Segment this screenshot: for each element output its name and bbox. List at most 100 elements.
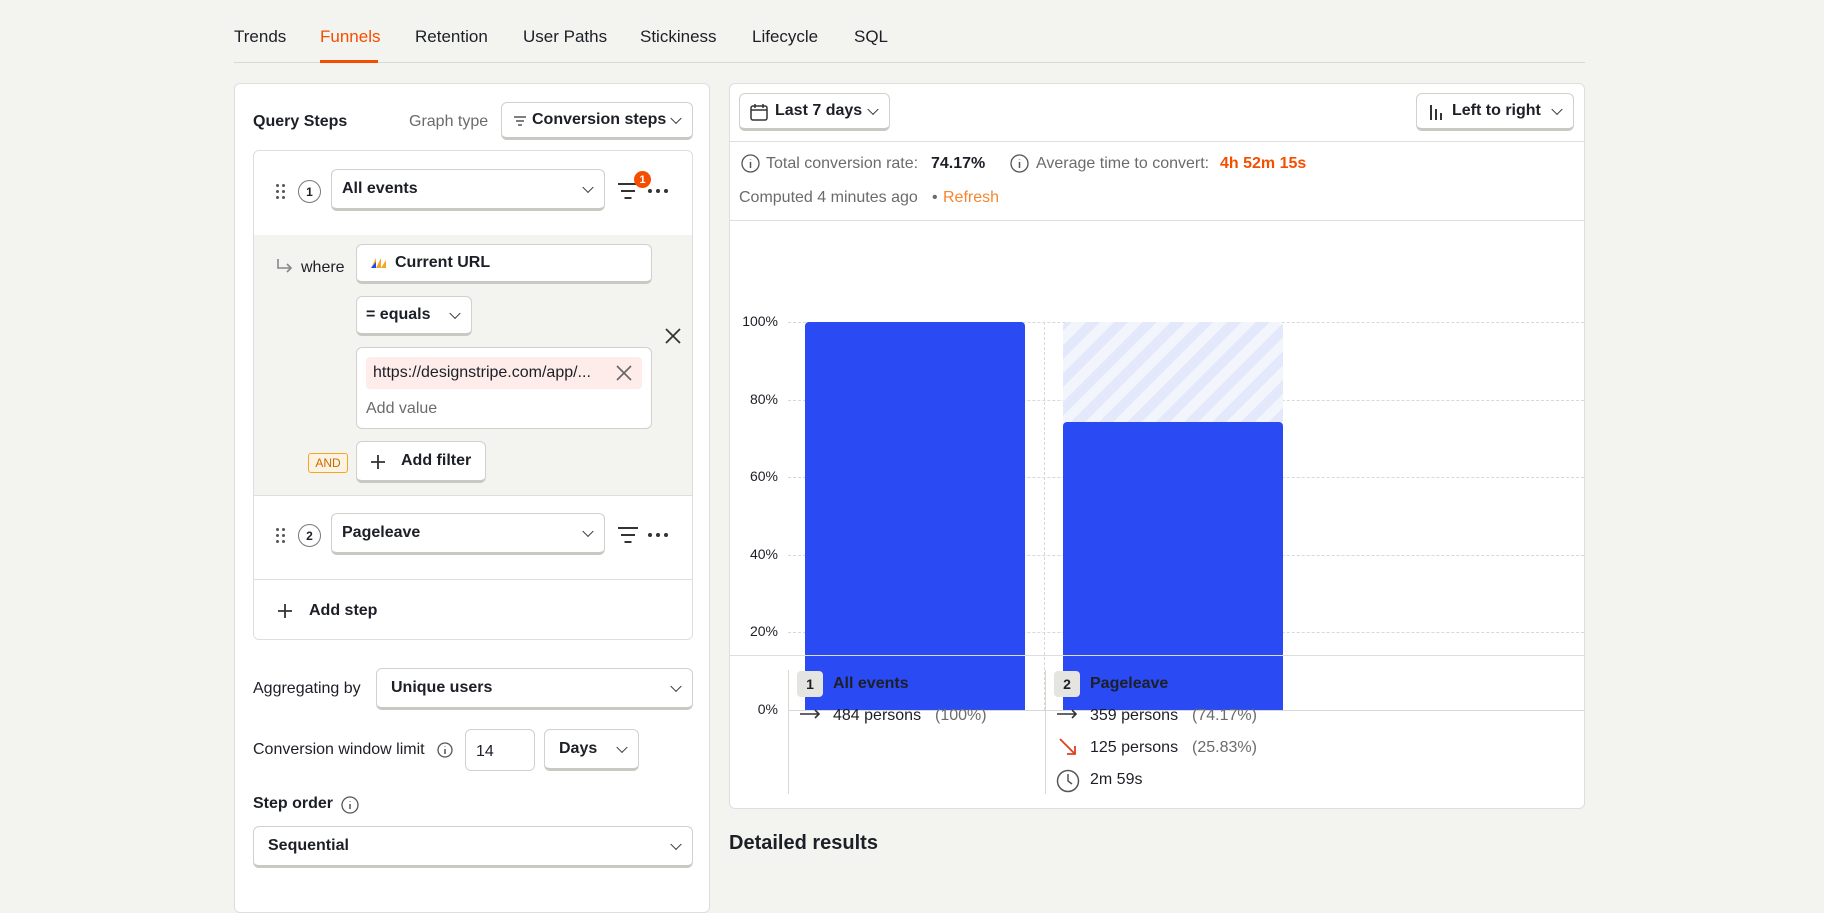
arrow-down-right-icon (1059, 738, 1076, 755)
filter-count-badge: 1 (634, 171, 651, 188)
operator-select[interactable]: = equals (356, 296, 472, 336)
active-tab-indicator (320, 60, 378, 63)
refresh-link[interactable]: Refresh (943, 189, 999, 207)
close-icon[interactable] (664, 327, 682, 345)
aggregating-select[interactable]: Unique users (376, 668, 693, 710)
date-range-value: Last 7 days (775, 102, 863, 119)
graph-type-select[interactable]: Conversion steps (501, 102, 693, 140)
query-panel: Query Steps Graph type Conversion steps … (234, 83, 710, 913)
graph-type-label: Graph type (409, 113, 489, 130)
step-1-filters: where Current URL = equals https://desig… (254, 235, 692, 495)
funnel-chart: 100% 80% 60% 40% 20% 0% (730, 221, 1584, 739)
date-range-select[interactable]: Last 7 days (739, 93, 890, 131)
chevron-down-icon (1551, 103, 1563, 116)
bar-layout-icon (1430, 105, 1442, 120)
legend-step-name: Pageleave (1090, 675, 1169, 692)
divider (730, 141, 1584, 142)
separator-bullet: • (932, 189, 938, 206)
tab-funnels[interactable]: Funnels (320, 27, 380, 47)
step-2-event-select[interactable]: Pageleave (331, 513, 605, 555)
chevron-down-icon (670, 112, 682, 125)
conversion-window-label: Conversion window limit (253, 741, 425, 758)
legend-percentage: (74.17%) (1192, 707, 1257, 724)
posthog-property-icon (371, 258, 386, 268)
more-icon[interactable] (648, 533, 668, 537)
funnel-bar[interactable] (1063, 422, 1283, 710)
insight-tabs: Trends Funnels Retention User Paths Stic… (234, 0, 1585, 63)
aggregating-value: Unique users (391, 679, 493, 696)
step-2-event-label: Pageleave (342, 524, 421, 541)
tab-retention[interactable]: Retention (415, 27, 488, 47)
info-icon[interactable] (341, 796, 359, 814)
legend-persons: 484 persons (833, 707, 922, 724)
more-icon[interactable] (648, 189, 668, 193)
operator-label: = equals (366, 306, 431, 323)
step-number: 2 (298, 524, 321, 547)
y-axis-tick-label: 80% (749, 390, 778, 407)
conversion-unit-select[interactable]: Days (544, 729, 639, 771)
legend-step-number: 2 (1054, 671, 1080, 697)
tab-user-paths[interactable]: User Paths (523, 27, 607, 47)
y-axis-tick-label: 20% (749, 623, 778, 640)
add-filter-button[interactable]: Add filter (356, 441, 486, 483)
dropoff-bar[interactable] (1063, 322, 1283, 423)
step-1-event-label: All events (342, 180, 418, 197)
chevron-down-icon (582, 525, 594, 538)
value-chip-label: https://designstripe.com/app/... (373, 364, 591, 381)
chevron-down-icon (867, 103, 879, 116)
conversion-window-input[interactable]: 14 (465, 729, 535, 771)
computed-text: Computed 4 minutes ago (739, 189, 918, 206)
y-axis-tick-label: 40% (749, 545, 778, 562)
tab-sql[interactable]: SQL (854, 27, 888, 47)
remove-value-icon[interactable] (616, 365, 632, 381)
property-label: Current URL (395, 254, 491, 271)
add-step-button[interactable]: Add step (254, 580, 692, 639)
legend-dropped-percentage: (25.83%) (1192, 739, 1257, 756)
legend-dropped-persons: 125 persons (1090, 739, 1179, 756)
conversion-window-value: 14 (476, 743, 494, 760)
chevron-down-icon (670, 680, 682, 693)
filter-icon[interactable] (617, 526, 639, 544)
legend-divider (788, 670, 789, 794)
funnel-icon (514, 116, 526, 126)
where-label: where (301, 259, 345, 276)
chevron-down-icon (582, 181, 594, 194)
chevron-down-icon (616, 741, 628, 754)
y-axis-tick-label: 60% (749, 468, 778, 485)
step-order-label: Step order (253, 795, 334, 812)
plus-icon (371, 455, 385, 469)
graph-type-value: Conversion steps (532, 111, 667, 128)
property-select[interactable]: Current URL (356, 244, 652, 284)
conversion-unit-value: Days (559, 740, 598, 757)
tab-lifecycle[interactable]: Lifecycle (752, 27, 818, 47)
avg-time-value: 4h 52m 15s (1220, 155, 1307, 172)
info-icon[interactable] (741, 154, 760, 173)
info-icon[interactable] (437, 742, 453, 758)
legend-divider (1045, 670, 1046, 794)
tab-trends[interactable]: Trends (234, 27, 286, 47)
query-steps-title: Query Steps (253, 113, 348, 130)
and-badge: AND (308, 453, 348, 473)
drag-handle-icon[interactable] (276, 528, 286, 544)
step-order-select[interactable]: Sequential (253, 826, 693, 868)
drag-handle-icon[interactable] (276, 184, 286, 200)
total-conversion-value: 74.17% (931, 155, 986, 172)
add-filter-label: Add filter (401, 452, 472, 469)
step-order-value: Sequential (268, 837, 349, 854)
layout-select[interactable]: Left to right (1416, 93, 1574, 131)
detailed-results-title: Detailed results (729, 832, 878, 854)
funnel-bar[interactable] (805, 322, 1025, 710)
value-input[interactable]: https://designstripe.com/app/... Add val… (356, 347, 652, 429)
divider (730, 655, 1584, 656)
step-1-event-select[interactable]: All events (331, 169, 605, 211)
y-axis-tick-label: 0% (757, 701, 778, 717)
legend-time: 2m 59s (1090, 771, 1143, 788)
arrow-right-icon (1057, 709, 1078, 719)
clock-icon (1056, 769, 1080, 793)
add-value-placeholder: Add value (366, 400, 438, 417)
divider (254, 495, 692, 496)
tab-stickiness[interactable]: Stickiness (640, 27, 717, 47)
total-conversion-label: Total conversion rate: (766, 155, 919, 172)
chevron-down-icon (670, 838, 682, 851)
info-icon[interactable] (1010, 154, 1029, 173)
